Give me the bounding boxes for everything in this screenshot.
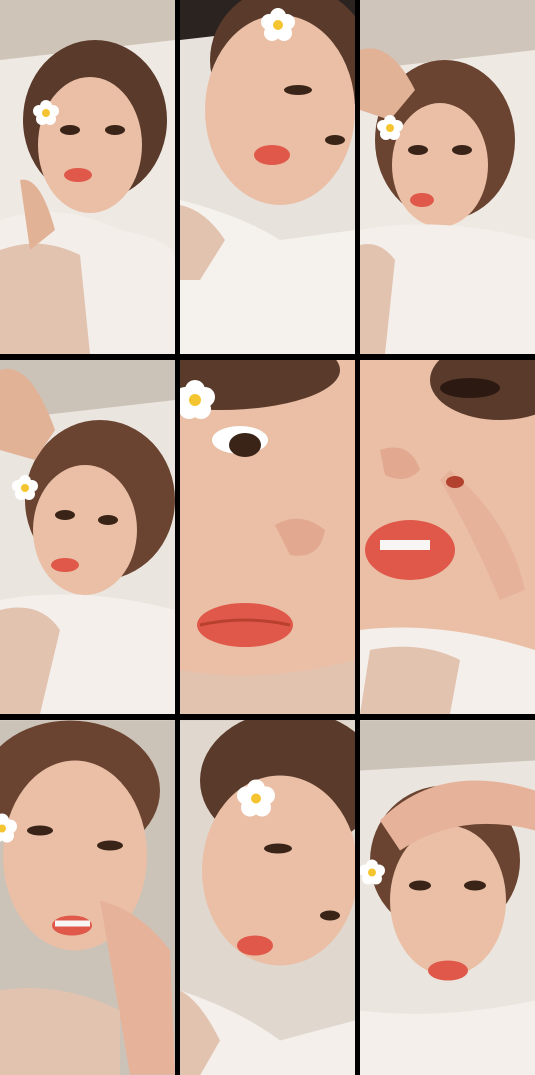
- selfie-photo: [180, 0, 355, 354]
- selfie-photo: [180, 360, 355, 714]
- selfie-photo: [360, 0, 535, 354]
- selfie-photo: [360, 720, 535, 1075]
- photo-tile-8: [180, 720, 355, 1075]
- photo-tile-6: [360, 360, 535, 714]
- photo-tile-3: [360, 0, 535, 354]
- selfie-photo: [360, 360, 535, 714]
- selfie-photo: [0, 360, 175, 714]
- photo-tile-2: [180, 0, 355, 354]
- photo-tile-4: [0, 360, 175, 714]
- selfie-photo: [180, 720, 355, 1075]
- photo-tile-9: [360, 720, 535, 1075]
- photo-tile-1: [0, 0, 175, 354]
- photo-collage: [0, 0, 535, 1075]
- selfie-photo: [0, 0, 175, 354]
- selfie-photo: [0, 720, 175, 1075]
- photo-tile-5: [180, 360, 355, 714]
- photo-tile-7: [0, 720, 175, 1075]
